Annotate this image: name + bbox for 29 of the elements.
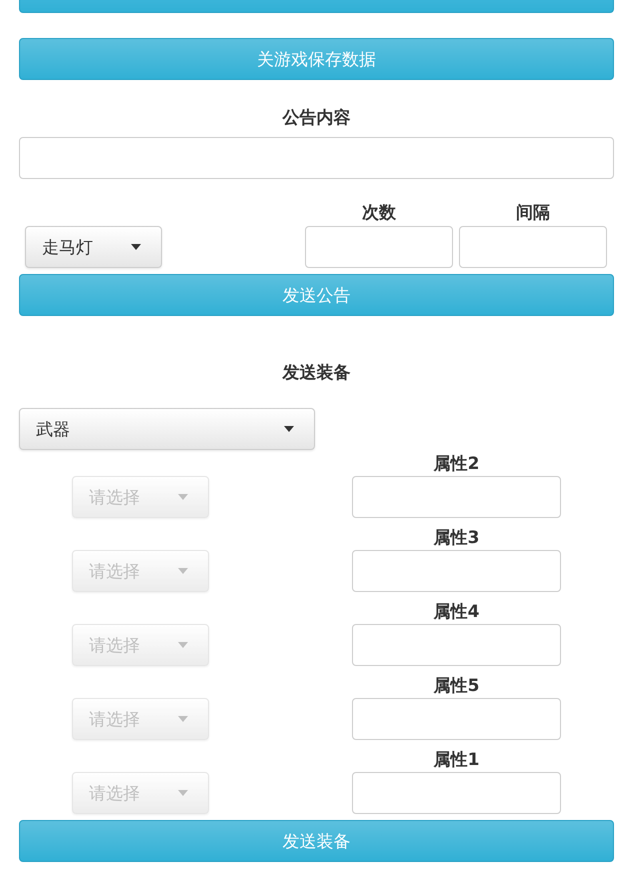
field-label: 次数 [362, 202, 396, 224]
attribute-field[interactable] [352, 624, 561, 666]
field-label: 间隔 [516, 202, 550, 224]
notice-content-field[interactable] [19, 137, 614, 179]
field-label: 属性2 [434, 453, 480, 475]
notice-type-select[interactable]: 走马灯 [25, 226, 162, 268]
attribute-field[interactable] [352, 476, 561, 518]
category-select[interactable]: 武器 [19, 408, 315, 450]
attribute-field[interactable] [352, 550, 561, 592]
field-label: 属性4 [434, 601, 480, 623]
field-label: 属性1 [434, 749, 480, 771]
caret-icon [178, 494, 188, 500]
caret-icon [131, 244, 141, 250]
field-label: 属性5 [434, 675, 480, 697]
send-equipment-button[interactable]: 发送装备 [19, 820, 614, 862]
attribute-field[interactable] [352, 772, 561, 814]
section-title: 公告内容 [281, 107, 352, 129]
save-data-button[interactable]: 关游戏保存数据 [19, 38, 614, 80]
caret-icon [284, 426, 294, 432]
field-label: 属性3 [434, 527, 480, 549]
attribute-field[interactable] [352, 698, 561, 740]
caret-icon [178, 568, 188, 574]
interval-field[interactable] [459, 226, 607, 268]
caret-icon [178, 716, 188, 722]
section-title: 发送装备 [281, 362, 352, 384]
count-field[interactable] [305, 226, 453, 268]
send-notice-button[interactable]: 发送公告 [19, 274, 614, 316]
caret-icon [178, 790, 188, 796]
caret-icon [178, 642, 188, 648]
